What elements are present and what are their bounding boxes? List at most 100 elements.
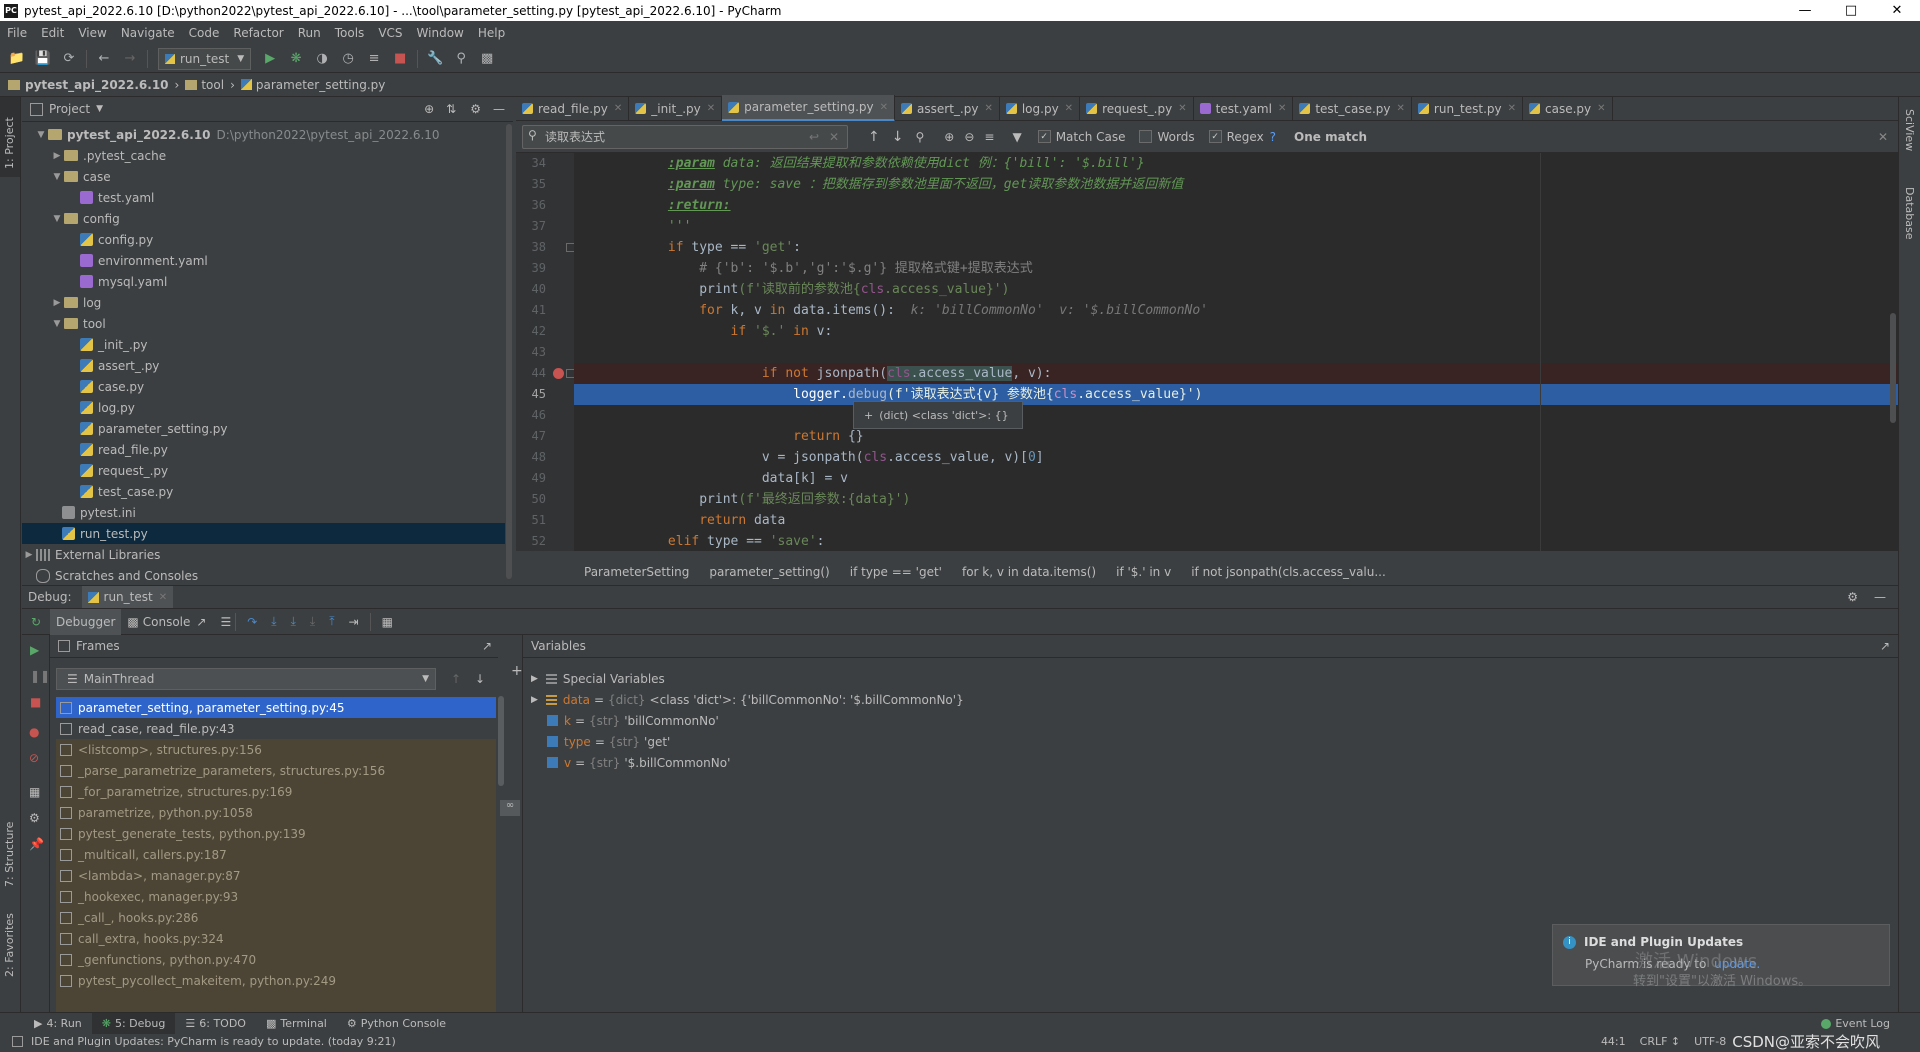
step-into-my-code-icon[interactable]: ⤓ xyxy=(291,614,296,629)
tab-assert-py[interactable]: assert_.py ✕ xyxy=(895,96,1000,121)
add-occurrence-icon[interactable]: ⊕ xyxy=(944,130,954,144)
tab-python-console[interactable]: ⚙ Python Console xyxy=(337,1013,456,1035)
close-icon[interactable]: ✕ xyxy=(1878,130,1888,144)
match-case-label[interactable]: Match Case xyxy=(1056,130,1126,144)
crumb-item[interactable]: if type == 'get' xyxy=(850,565,942,579)
next-occurrence-icon[interactable]: ↓ xyxy=(892,129,904,145)
tab-case-py[interactable]: case.py ✕ xyxy=(1523,96,1613,121)
variable-row[interactable]: ▶ data = {dict} <class 'dict'>: {'billCo… xyxy=(531,689,964,710)
editor-gutter[interactable]: 34 35 36 37 38 39 40 41 42 43 44 45 46 4… xyxy=(516,153,575,551)
menu-window[interactable]: Window xyxy=(410,26,471,40)
favorites-tool-tab[interactable]: 2: Favorites xyxy=(3,913,16,977)
chevron-down-icon[interactable]: ▼ xyxy=(96,104,103,114)
tree-item-log-py[interactable]: log.py xyxy=(22,397,513,418)
tree-item-run-test-py[interactable]: run_test.py xyxy=(22,523,513,544)
tab-terminal[interactable]: ▩ Terminal xyxy=(256,1013,337,1035)
crumb-item[interactable]: if '$.' in v xyxy=(1116,565,1171,579)
hide-panel-icon[interactable]: — xyxy=(493,102,505,116)
close-icon[interactable]: ✕ xyxy=(1597,103,1605,114)
resume-icon[interactable]: ▶ xyxy=(30,643,39,657)
pin-icon[interactable]: 📌 xyxy=(29,837,44,851)
open-folder-icon[interactable]: 📁 xyxy=(6,48,28,70)
step-over-icon[interactable]: ↷ xyxy=(247,615,257,629)
tree-item-parameter-setting-py[interactable]: parameter_setting.py xyxy=(22,418,513,439)
value-tooltip[interactable]: + (dict) <class 'dict'>: {} xyxy=(853,401,1023,429)
frame-row[interactable]: parameter_setting, parameter_setting.py:… xyxy=(56,697,496,718)
close-icon[interactable]: ✕ xyxy=(1278,103,1286,114)
crumb-item[interactable]: for k, v in data.items() xyxy=(962,565,1096,579)
debug-bug-icon[interactable]: ❋ xyxy=(285,48,307,70)
chevron-right-icon[interactable]: ▶ xyxy=(531,674,538,684)
regex-help-link[interactable]: ? xyxy=(1270,130,1276,144)
tree-item-case-folder[interactable]: ▼ case xyxy=(22,166,513,187)
frame-row[interactable]: pytest_pycollect_makeitem, python.py:249 xyxy=(56,970,496,991)
close-icon[interactable]: ✕ xyxy=(1397,103,1405,114)
match-case-checkbox[interactable]: ✓ xyxy=(1037,130,1051,143)
sciview-tool-tab[interactable]: SciView xyxy=(1903,109,1916,151)
run-icon[interactable]: ▶ xyxy=(259,48,281,70)
add-watch-icon[interactable]: + xyxy=(511,663,523,679)
tab-debugger[interactable]: Debugger xyxy=(50,608,122,635)
frame-row[interactable]: _hookexec, manager.py:93 xyxy=(56,886,496,907)
run-to-cursor-icon[interactable]: ⇥ xyxy=(349,615,359,629)
project-scrollbar[interactable] xyxy=(505,122,513,582)
glasses-icon[interactable]: ∞ xyxy=(500,800,520,816)
rerun-icon[interactable]: ↻ xyxy=(22,615,50,629)
restore-layout-icon[interactable]: ↗ xyxy=(1880,639,1890,653)
chevron-down-icon[interactable]: ▼ xyxy=(34,130,48,140)
vcs-update-icon[interactable]: ▩ xyxy=(476,48,498,70)
tree-item-config-py[interactable]: config.py xyxy=(22,229,513,250)
close-icon[interactable]: ✕ xyxy=(1508,103,1516,114)
structure-tool-tab[interactable]: 7: Structure xyxy=(3,822,16,887)
frame-row[interactable]: <lambda>, manager.py:87 xyxy=(56,865,496,886)
save-all-icon[interactable]: 💾 xyxy=(32,48,54,70)
chevron-right-icon[interactable]: ▶ xyxy=(22,550,36,560)
variable-row[interactable]: v = {str} '$.billCommonNo' xyxy=(547,752,730,773)
tree-item-assert-py[interactable]: assert_.py xyxy=(22,355,513,376)
menu-refactor[interactable]: Refactor xyxy=(226,26,290,40)
maximize-button[interactable]: □ xyxy=(1828,0,1874,21)
tree-item-tool-folder[interactable]: ▼ tool xyxy=(22,313,513,334)
locate-file-icon[interactable]: ⊕ xyxy=(424,102,434,116)
close-icon[interactable]: ✕ xyxy=(880,102,888,113)
clear-icon[interactable]: ✕ xyxy=(829,130,839,144)
tree-item-case-py[interactable]: case.py xyxy=(22,376,513,397)
tree-item-request-py[interactable]: request_.py xyxy=(22,460,513,481)
tree-item-pytest-ini[interactable]: pytest.ini xyxy=(22,502,513,523)
tree-item-read-file-py[interactable]: read_file.py xyxy=(22,439,513,460)
next-frame-icon[interactable]: ↓ xyxy=(475,672,485,686)
tree-item-config-folder[interactable]: ▼ config xyxy=(22,208,513,229)
close-icon[interactable]: ✕ xyxy=(159,592,167,603)
back-arrow-icon[interactable]: ← xyxy=(93,48,115,70)
chevron-right-icon[interactable]: ▶ xyxy=(50,298,64,308)
previous-frame-icon[interactable]: ↑ xyxy=(451,672,461,686)
menu-vcs[interactable]: VCS xyxy=(371,26,409,40)
variable-row[interactable]: k = {str} 'billCommonNo' xyxy=(547,710,719,731)
gear-icon[interactable]: ⚙ xyxy=(1847,590,1858,604)
layout-icon[interactable]: ▦ xyxy=(29,785,40,799)
filter-icon[interactable]: ▼ xyxy=(1012,130,1021,144)
stop-icon[interactable]: ■ xyxy=(30,695,41,709)
update-notification[interactable]: i IDE and Plugin Updates PyCharm is read… xyxy=(1552,924,1890,989)
close-icon[interactable]: ✕ xyxy=(1065,103,1073,114)
tab-todo[interactable]: ☰ 6: TODO xyxy=(175,1013,256,1035)
menu-file[interactable]: File xyxy=(0,26,34,40)
crumb-item[interactable]: parameter_setting() xyxy=(709,565,829,579)
thread-select[interactable]: ☰ MainThread ▼ xyxy=(56,668,436,690)
breadcrumb-folder[interactable]: tool xyxy=(201,78,224,92)
close-icon[interactable]: ✕ xyxy=(707,103,715,114)
frames-scrollbar[interactable] xyxy=(498,696,504,786)
newline-icon[interactable]: ↩ xyxy=(809,130,819,144)
line-separator[interactable]: CRLF ↕ xyxy=(1640,1035,1681,1048)
debug-session-tab[interactable]: run_test ✕ xyxy=(81,586,174,608)
profile-icon[interactable]: ◷ xyxy=(337,48,359,70)
crumb-item[interactable]: ParameterSetting xyxy=(584,565,689,579)
sync-icon[interactable]: ⟳ xyxy=(58,48,80,70)
tree-item-init-py[interactable]: _init_.py xyxy=(22,334,513,355)
frame-row[interactable]: pytest_generate_tests, python.py:139 xyxy=(56,823,496,844)
find-all-icon[interactable]: ⚲ xyxy=(915,130,924,144)
menu-tools[interactable]: Tools xyxy=(328,26,372,40)
frame-row[interactable]: read_case, read_file.py:43 xyxy=(56,718,496,739)
close-window-button[interactable]: ✕ xyxy=(1874,0,1920,21)
gear-icon[interactable]: ⚙ xyxy=(29,811,40,825)
